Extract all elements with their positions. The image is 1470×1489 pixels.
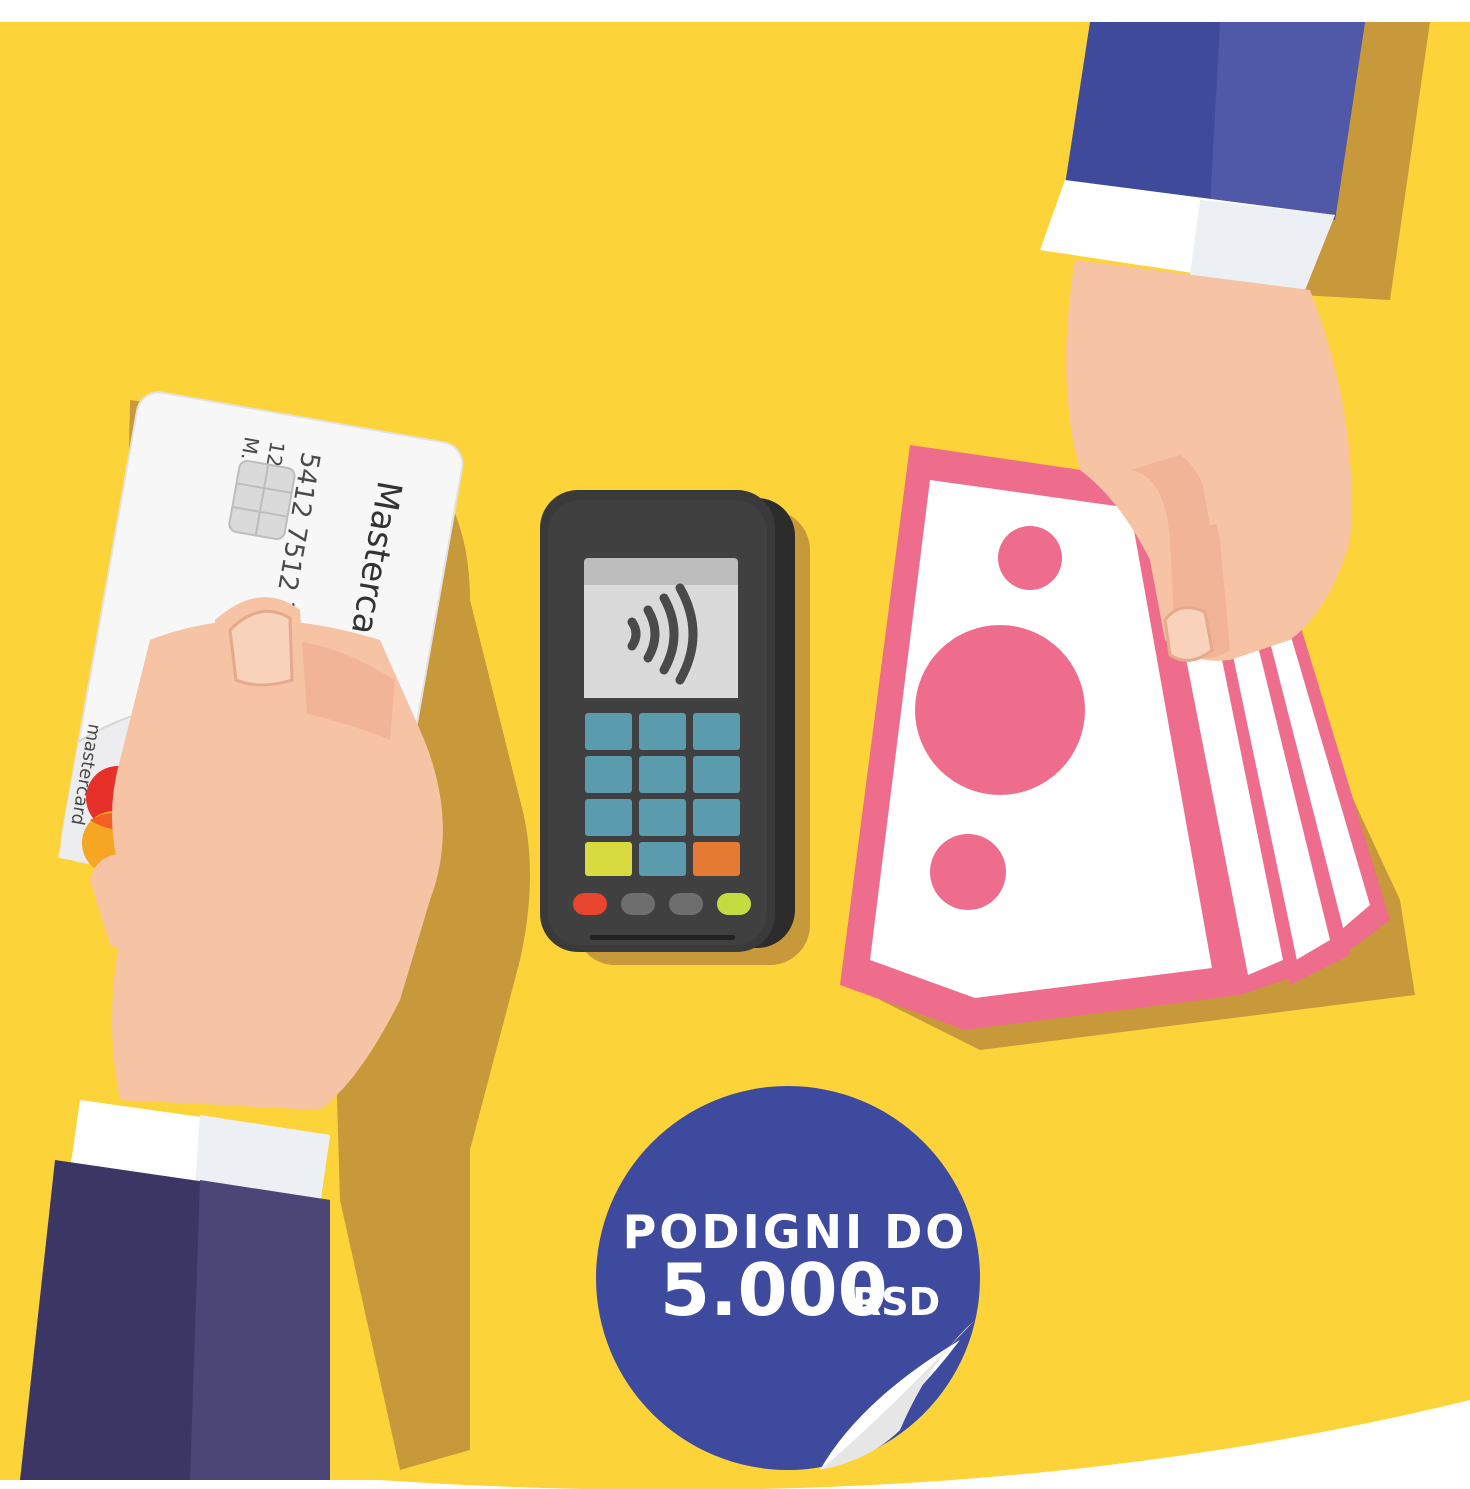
pos-terminal [540, 490, 810, 965]
card-chip-icon [228, 459, 296, 541]
badge-currency: RSD [852, 1280, 940, 1324]
illustration: Mastercard 5412 7512 3412 3456 12/23 M. … [0, 0, 1470, 1489]
promo-badge: PODIGNI DO 5.000 RSD [596, 1086, 980, 1470]
